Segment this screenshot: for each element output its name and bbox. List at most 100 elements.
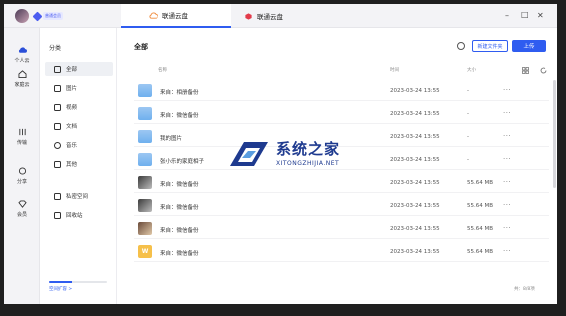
document-icon: W (138, 245, 152, 258)
file-size: - (467, 134, 469, 140)
file-date: 2023-03-24 13:55 (390, 111, 440, 117)
image-thumbnail (138, 199, 152, 212)
file-row[interactable]: 来自：微信备份 2023-03-24 13:55 55.64 MB ··· (134, 219, 549, 239)
file-size: 55.64 MB (467, 203, 494, 209)
more-icon[interactable]: ··· (503, 178, 511, 186)
file-name: 来自：微信备份 (160, 113, 199, 119)
title-bar: 普通会员 联通云盘 联通云盘 – □ ✕ (4, 4, 557, 28)
cloud-icon (18, 47, 27, 53)
file-date: 2023-03-24 13:55 (390, 249, 440, 255)
file-name: 我的图片 (160, 136, 183, 142)
nav-transfer[interactable]: 传输 (4, 128, 40, 146)
file-name: 来自：相册备份 (160, 90, 199, 96)
nav-share[interactable]: 分享 (4, 167, 40, 185)
column-date-header[interactable]: 时间 (390, 67, 399, 73)
file-date: 2023-03-24 13:55 (390, 203, 440, 209)
tab-personal-cloud[interactable]: 联通云盘 (121, 4, 231, 28)
category-label: 文档 (66, 124, 78, 130)
file-name: 来自：微信备份 (160, 228, 199, 234)
search-icon[interactable] (457, 42, 465, 50)
music-icon (54, 141, 61, 149)
category-videos[interactable]: 视频 (45, 100, 113, 114)
minimize-icon[interactable]: – (505, 11, 509, 21)
file-date: 2023-03-24 13:55 (390, 157, 440, 163)
cube-icon (245, 12, 252, 20)
category-label: 图片 (66, 86, 78, 92)
close-icon[interactable]: ✕ (537, 11, 544, 21)
item-count: 共：8/8项 (514, 287, 535, 292)
grid-view-icon[interactable] (522, 67, 529, 74)
maximize-icon[interactable]: □ (521, 10, 529, 20)
folder-icon (138, 84, 152, 97)
file-row[interactable]: W 来自：微信备份 2023-03-24 13:55 55.64 MB ··· (134, 242, 549, 262)
more-icon[interactable]: ··· (503, 224, 511, 232)
refresh-icon[interactable] (540, 67, 547, 74)
storage-fill (49, 281, 73, 283)
column-name-header[interactable]: 名称 (158, 67, 167, 73)
image-icon (54, 84, 61, 92)
tab-family-cloud[interactable]: 联通云盘 (216, 4, 326, 28)
category-label: 其他 (66, 162, 78, 168)
file-size: 55.64 MB (467, 226, 494, 232)
storage-expand-link[interactable]: 空间扩容 > (49, 286, 107, 292)
folder-icon (138, 107, 152, 120)
app-window: 普通会员 联通云盘 联通云盘 – □ ✕ 个人云 家庭云 传输 分享 会员 分类… (4, 4, 557, 304)
category-other[interactable]: 其他 (45, 157, 113, 171)
file-name: 来自：微信备份 (160, 182, 199, 188)
more-icon[interactable]: ··· (503, 86, 511, 94)
file-date: 2023-03-24 13:55 (390, 134, 440, 140)
share-icon (18, 167, 26, 175)
category-panel: 分类 全部 图片 视频 文档 音乐 其他 私密空间 回收站 空间扩容 > (41, 28, 117, 304)
grid-icon (54, 65, 61, 73)
file-row[interactable]: 张小乐的家庭相子 2023-03-24 13:55 - ··· (134, 150, 549, 170)
image-thumbnail (138, 176, 152, 189)
file-date: 2023-03-24 13:55 (390, 88, 440, 94)
document-icon (54, 122, 61, 130)
category-music[interactable]: 音乐 (45, 138, 113, 152)
file-size: - (467, 157, 469, 163)
category-label: 私密空间 (66, 194, 89, 200)
category-all[interactable]: 全部 (45, 62, 113, 76)
file-row[interactable]: 来自：相册备份 2023-03-24 13:55 - ··· (134, 81, 549, 101)
diamond-icon (32, 11, 43, 21)
upload-button[interactable]: 上传 (512, 40, 546, 52)
video-icon (54, 103, 61, 111)
file-date: 2023-03-24 13:55 (390, 226, 440, 232)
category-recycle-bin[interactable]: 回收站 (45, 208, 113, 222)
file-size: - (467, 111, 469, 117)
more-icon[interactable]: ··· (503, 109, 511, 117)
left-nav: 个人云 家庭云 传输 分享 会员 (4, 28, 40, 304)
vip-label: 普通会员 (43, 12, 63, 20)
new-folder-button[interactable]: 新建文件夹 (472, 40, 508, 52)
column-size-header[interactable]: 大小 (467, 67, 476, 73)
storage-indicator[interactable]: 空间扩容 > (49, 281, 107, 292)
file-row[interactable]: 来自：微信备份 2023-03-24 13:55 55.64 MB ··· (134, 196, 549, 216)
file-row[interactable]: 来自：微信备份 2023-03-24 13:55 - ··· (134, 104, 549, 124)
storage-bar (49, 281, 107, 283)
category-documents[interactable]: 文档 (45, 119, 113, 133)
category-label: 视频 (66, 105, 78, 111)
user-avatar[interactable] (15, 9, 29, 23)
nav-family-cloud[interactable]: 家庭云 (4, 70, 40, 88)
more-icon[interactable]: ··· (503, 201, 511, 209)
more-icon[interactable]: ··· (503, 132, 511, 140)
scrollbar[interactable] (553, 80, 556, 188)
nav-personal-cloud[interactable]: 个人云 (4, 46, 40, 64)
nav-label: 个人云 (14, 58, 30, 64)
page-title: 全部 (134, 43, 148, 51)
category-images[interactable]: 图片 (45, 81, 113, 95)
file-row[interactable]: 来自：微信备份 2023-03-24 13:55 55.64 MB ··· (134, 173, 549, 193)
nav-label: 家庭云 (14, 82, 30, 88)
vip-badge[interactable]: 普通会员 (32, 11, 63, 21)
category-private-space[interactable]: 私密空间 (45, 189, 113, 203)
file-name: 来自：微信备份 (160, 205, 199, 211)
more-icon[interactable]: ··· (503, 247, 511, 255)
lock-icon (54, 192, 61, 200)
tab-label: 联通云盘 (162, 12, 188, 20)
trash-icon (54, 211, 61, 219)
category-heading: 分类 (49, 45, 62, 52)
file-row[interactable]: 我的图片 2023-03-24 13:55 - ··· (134, 127, 549, 147)
more-icon[interactable]: ··· (503, 155, 511, 163)
file-name: 来自：微信备份 (160, 251, 199, 257)
nav-member[interactable]: 会员 (4, 200, 40, 218)
